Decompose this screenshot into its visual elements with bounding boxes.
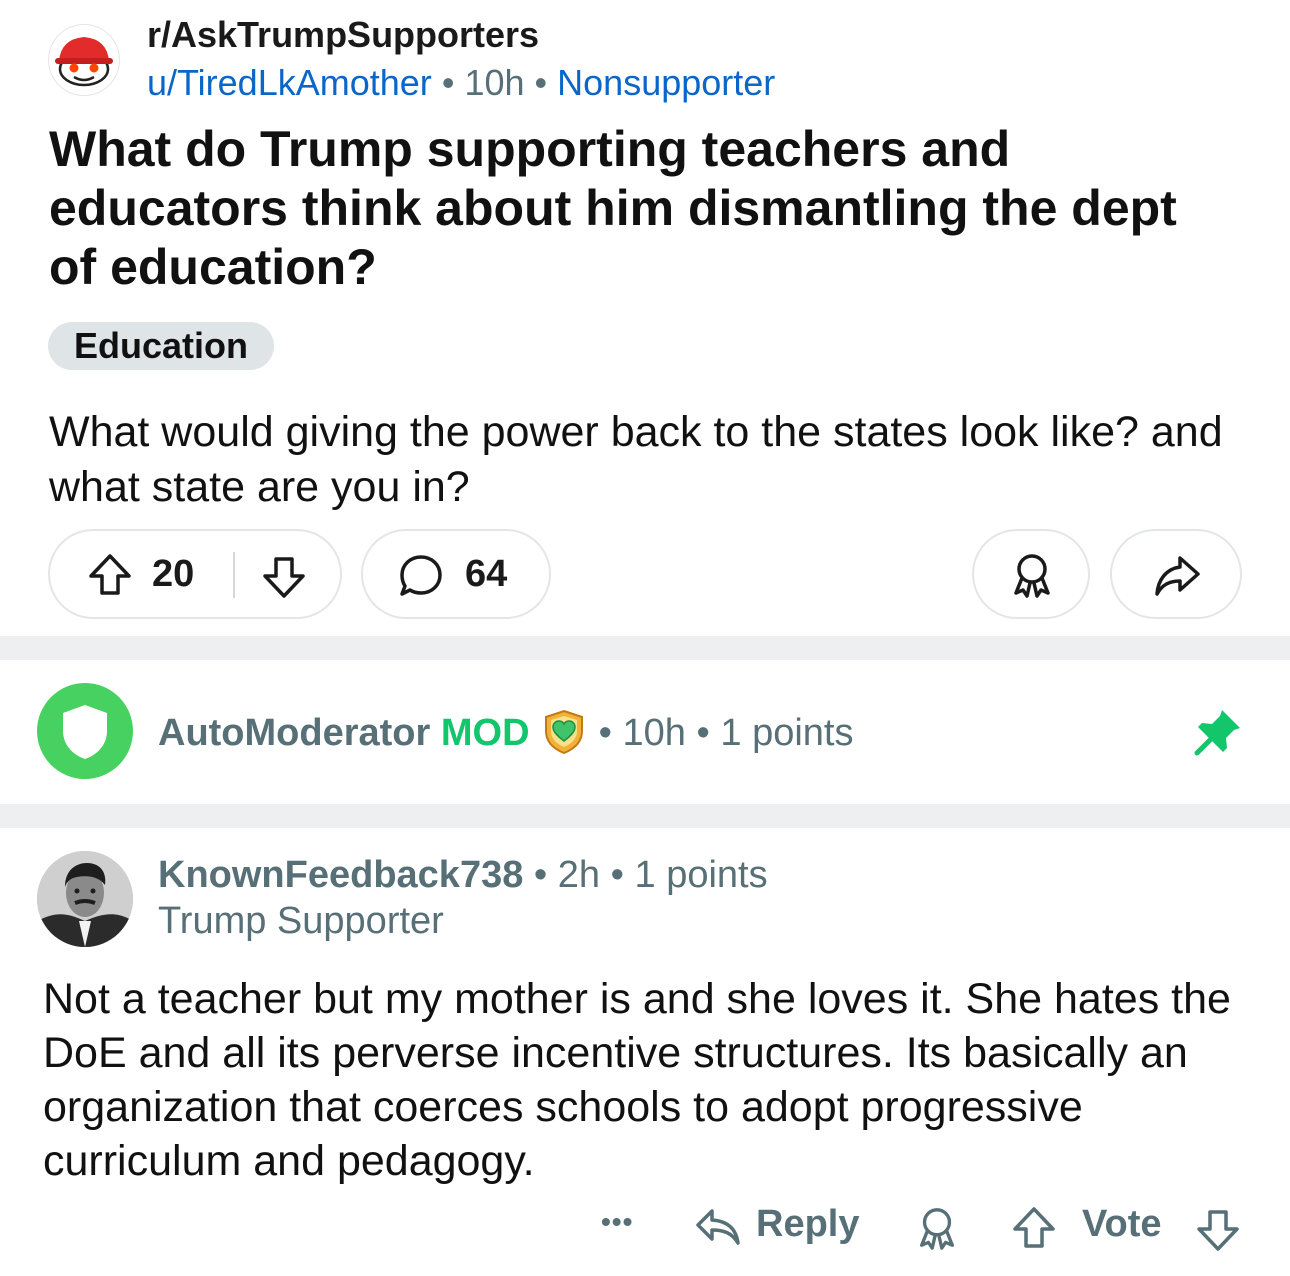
vote-pill: 20 [48,529,342,619]
portrait-avatar-icon [37,851,133,947]
reply-icon [694,1205,742,1254]
award-button[interactable] [972,529,1090,619]
automod-meta: AutoModerator MOD • 10h • 1 points [158,707,853,765]
comment-upvote-icon[interactable] [1010,1204,1058,1257]
downvote-icon[interactable] [260,553,308,606]
comment-body: Not a teacher but my mother is and she l… [43,975,1231,1185]
meta-separator: • [533,854,548,896]
section-separator [0,804,1290,828]
post-author[interactable]: u/TiredLkAmother [147,62,432,103]
section-separator [0,636,1290,660]
meta-separator: • [696,712,710,754]
commenter-flair: Trump Supporter [158,900,444,942]
post-meta: u/TiredLkAmother • 10h • Nonsupporter [147,62,775,104]
mod-shield-award-icon [540,707,588,765]
mod-badge: MOD [440,712,530,754]
meta-separator: • [441,62,455,103]
comment-downvote-icon[interactable] [1194,1206,1242,1259]
comment-icon [397,552,445,605]
comments-button[interactable]: 64 [361,529,551,619]
author-flair: Nonsupporter [557,62,776,103]
post-body: What would giving the power back to the … [49,408,1223,511]
commenter-avatar[interactable] [37,851,133,947]
comment-meta: KnownFeedback738 • 2h • 1 points [158,854,768,897]
award-icon [919,1208,955,1250]
upvote-icon[interactable] [86,551,134,604]
meta-separator: • [610,854,624,896]
pinned-icon [1192,706,1244,763]
upvote-count: 20 [152,553,195,595]
automod-points: 1 points [720,712,854,754]
comment-award-button[interactable] [914,1204,960,1257]
meta-separator: • [534,62,548,103]
meta-separator: • [598,712,612,754]
comment-count: 64 [465,553,508,595]
comment-age: 2h [557,854,601,896]
vote-label: Vote [1082,1203,1162,1245]
reply-label: Reply [756,1203,860,1245]
post-title[interactable]: What do Trump supporting teachers and ed… [49,120,1229,297]
automod-avatar[interactable] [37,683,133,779]
share-icon [1152,552,1202,605]
shield-icon [63,705,107,759]
snoo-maga-icon [55,37,113,87]
subreddit-name[interactable]: r/AskTrumpSupporters [147,14,539,56]
vote-divider [233,552,235,598]
subreddit-avatar[interactable] [48,24,120,96]
comment-points: 1 points [634,854,768,896]
more-options-button[interactable]: ••• [601,1206,633,1238]
comment-author[interactable]: KnownFeedback738 [158,854,523,896]
post-age: 10h [464,62,525,103]
share-button[interactable] [1110,529,1242,619]
automod-age: 10h [622,712,686,754]
automod-username[interactable]: AutoModerator [158,712,430,754]
award-icon [1008,551,1056,604]
post-flair-tag[interactable]: Education [48,322,275,370]
